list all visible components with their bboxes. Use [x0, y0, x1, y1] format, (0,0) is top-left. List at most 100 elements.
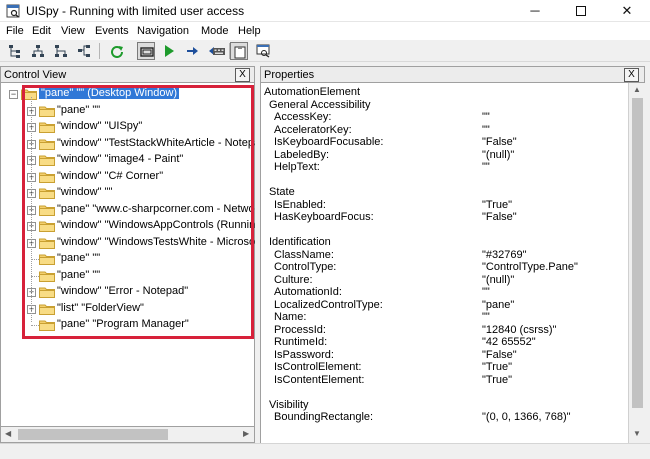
property-value: "True": [482, 198, 513, 211]
minimize-button[interactable]: ─: [512, 0, 558, 22]
scrollbar-thumb[interactable]: [18, 429, 168, 440]
property-label: AutomationElement: [264, 86, 360, 98]
property-label: IsPassword:: [274, 348, 334, 361]
refresh-button[interactable]: [108, 42, 126, 60]
property-row: AutomationId: "": [274, 286, 490, 299]
property-value: "42 65552": [482, 336, 536, 348]
property-group-label: Visibility: [269, 399, 309, 412]
properties-title: Properties: [264, 69, 315, 81]
property-label: Culture:: [274, 273, 313, 286]
tree-nodes-expand-button[interactable]: [75, 42, 93, 60]
property-value: "#32769": [482, 248, 527, 261]
property-value: "True": [482, 361, 513, 373]
tree-nodes-alt-button[interactable]: [29, 42, 47, 60]
property-row: ClassName: "#32769": [274, 248, 527, 262]
property-label: ClassName:: [274, 248, 334, 261]
property-row: IsControlElement: "True": [274, 361, 512, 374]
property-value: "(null)": [482, 148, 515, 161]
property-value: "False": [482, 211, 517, 223]
property-label: AcceleratorKey:: [274, 123, 352, 136]
uispy-app-icon: [6, 4, 20, 18]
property-row: AccessKey: "": [274, 111, 490, 124]
step-icon: [187, 47, 198, 55]
play-icon: [165, 45, 174, 57]
property-label: LocalizedControlType:: [274, 298, 383, 311]
property-group-label: State: [269, 186, 295, 199]
property-value: "False": [482, 136, 517, 148]
property-row: RuntimeId: "42 65552": [274, 336, 536, 349]
property-label: ControlType:: [274, 261, 337, 273]
maximize-button[interactable]: [558, 0, 604, 22]
property-row: ControlType: "ControlType.Pane": [274, 261, 578, 274]
menu-help[interactable]: Help: [238, 25, 261, 37]
property-label: IsKeyboardFocusable:: [274, 136, 384, 148]
menu-events[interactable]: Events: [95, 25, 129, 37]
close-icon: ✕: [621, 3, 633, 18]
highlight-box: [22, 85, 254, 339]
window-title: UISpy - Running with limited user access: [26, 4, 245, 18]
menu-mode[interactable]: Mode: [201, 25, 229, 37]
play-button[interactable]: [160, 42, 178, 60]
property-value: "(0, 0, 1366, 768)": [482, 411, 571, 423]
collapse-icon[interactable]: −: [9, 90, 18, 99]
tree-nodes-add-button[interactable]: [52, 42, 70, 60]
properties-close-button[interactable]: X: [624, 68, 639, 82]
tree-nodes-add-icon: [55, 45, 67, 57]
properties-header: Properties X: [260, 66, 645, 83]
property-row: HasKeyboardFocus: "False": [274, 211, 517, 224]
property-value: "": [482, 123, 490, 136]
property-label: ProcessId:: [274, 323, 326, 336]
scroll-up-icon[interactable]: ▲: [633, 85, 641, 94]
scrollbar-thumb[interactable]: [632, 98, 643, 408]
property-row: Culture: "(null)": [274, 273, 514, 287]
property-label: State: [269, 186, 295, 198]
scroll-left-icon[interactable]: ◀: [5, 429, 11, 438]
property-label: HelpText:: [274, 161, 320, 173]
properties-vertical-scrollbar[interactable]: ▲ ▼: [628, 83, 645, 443]
property-value: "ControlType.Pane": [482, 261, 578, 273]
property-value: "True": [482, 373, 513, 386]
property-label: IsEnabled:: [274, 198, 326, 211]
title-bar: UISpy - Running with limited user access…: [0, 0, 650, 22]
control-view-header: Control View X: [0, 66, 255, 83]
control-view-horizontal-scrollbar[interactable]: ◀ ▶: [0, 426, 255, 443]
close-button[interactable]: ✕: [604, 0, 650, 22]
window-search-button[interactable]: [254, 42, 272, 60]
keyboard-button[interactable]: [210, 42, 228, 60]
status-bar: [0, 443, 650, 459]
property-row: BoundingRectangle: "(0, 0, 1366, 768)": [274, 411, 571, 424]
property-label: General Accessibility: [269, 98, 371, 111]
menu-edit[interactable]: Edit: [32, 25, 51, 37]
clipboard-button[interactable]: [230, 42, 248, 60]
property-value: "False": [482, 348, 517, 361]
hover-mode-icon: [140, 47, 154, 57]
keyboard-icon: [213, 48, 225, 55]
scroll-right-icon[interactable]: ▶: [243, 429, 249, 438]
window-search-icon: [256, 44, 270, 58]
tree-nodes-button[interactable]: [6, 42, 24, 60]
property-value: "": [482, 111, 490, 123]
property-row: AcceleratorKey: "": [274, 123, 490, 137]
property-row: IsEnabled: "True": [274, 198, 512, 212]
property-label: IsContentElement:: [274, 373, 365, 386]
property-label: Visibility: [269, 398, 309, 411]
property-row: IsContentElement: "True": [274, 373, 512, 387]
step-button[interactable]: [183, 42, 201, 60]
property-row: IsKeyboardFocusable: "False": [274, 136, 517, 149]
properties-panel: AutomationElement General Accessibility Ac…: [260, 83, 628, 443]
menu-view[interactable]: View: [61, 25, 85, 37]
property-row: LabeledBy: "(null)": [274, 149, 514, 162]
property-value: "": [482, 311, 490, 323]
property-value: "": [482, 161, 490, 173]
toolbar-separator: [99, 43, 100, 59]
hover-mode-button[interactable]: [137, 42, 155, 60]
menu-bar: File Edit View Events Navigation Mode He…: [0, 22, 650, 40]
property-label: HasKeyboardFocus:: [274, 211, 374, 223]
scroll-down-icon[interactable]: ▼: [633, 429, 641, 438]
menu-navigation[interactable]: Navigation: [137, 25, 189, 37]
property-group-label: Identification: [269, 236, 331, 249]
control-view-close-button[interactable]: X: [235, 68, 250, 82]
tree-nodes-icon: [9, 45, 20, 58]
property-value: "": [482, 286, 490, 298]
menu-file[interactable]: File: [6, 25, 24, 37]
